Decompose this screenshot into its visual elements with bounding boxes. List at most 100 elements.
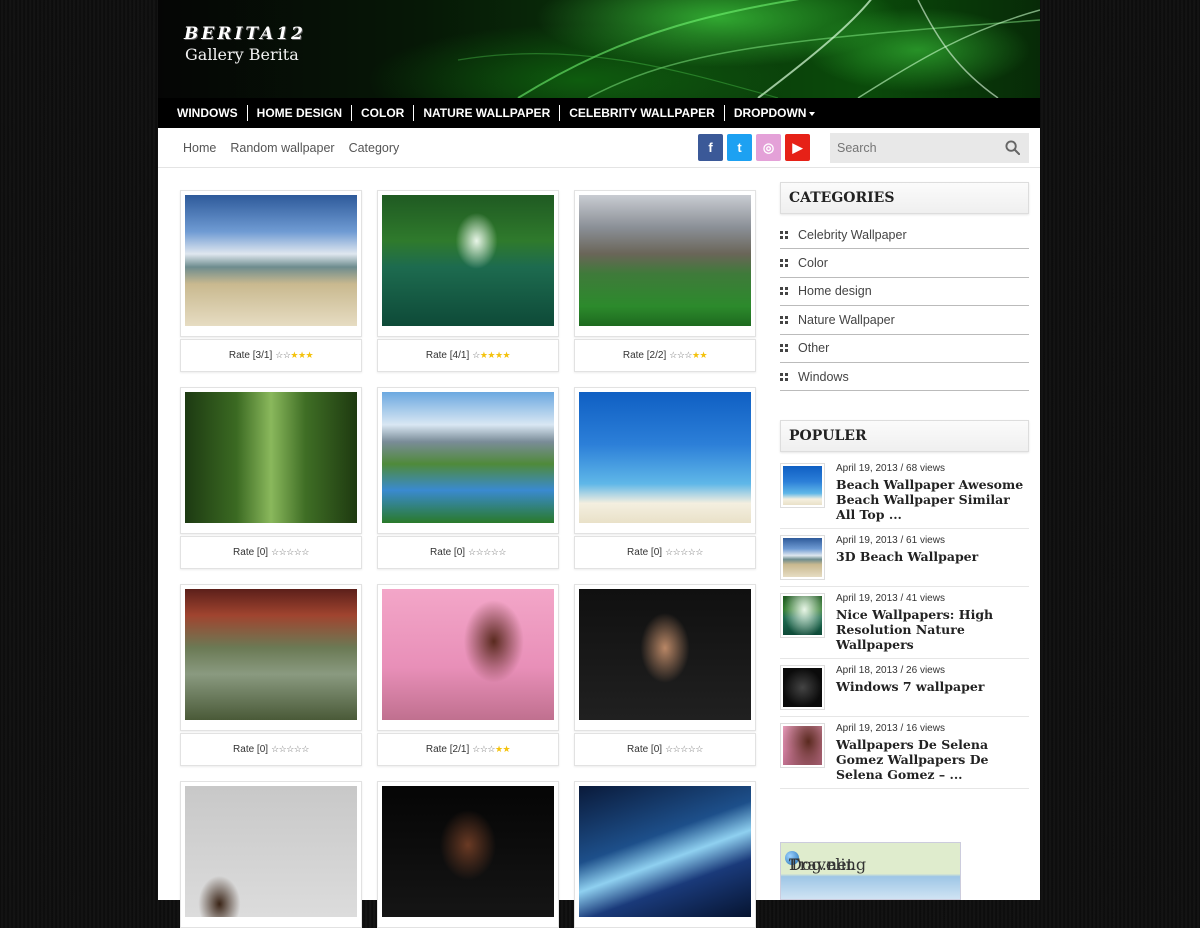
facebook-icon[interactable]: f bbox=[698, 134, 723, 161]
rating-bar: Rate [0] ☆☆☆☆☆ bbox=[180, 733, 362, 766]
popular-title-link[interactable]: 3D Beach Wallpaper bbox=[836, 549, 978, 564]
category-item[interactable]: Celebrity Wallpaper bbox=[780, 221, 1029, 250]
star-icon[interactable]: ★ bbox=[487, 350, 495, 360]
search-input[interactable] bbox=[830, 133, 990, 163]
wallpaper-card: Rate [4/1] ☆★★★★ bbox=[377, 190, 559, 372]
wallpaper-thumbnail[interactable] bbox=[382, 786, 554, 917]
nav-item-nature-wallpaper[interactable]: NATURE WALLPAPER bbox=[414, 105, 561, 121]
main-navigation: WINDOWS HOME DESIGN COLOR NATURE WALLPAP… bbox=[158, 98, 1040, 128]
twitter-icon[interactable]: t bbox=[727, 134, 752, 161]
star-icon[interactable]: ☆ bbox=[680, 744, 688, 754]
advertisement-banner[interactable]: Traveling Dog.net bbox=[780, 842, 961, 900]
star-icon[interactable]: ☆ bbox=[483, 547, 491, 557]
popular-thumbnail[interactable] bbox=[780, 593, 825, 639]
popular-thumbnail[interactable] bbox=[780, 723, 825, 769]
wallpaper-thumbnail[interactable] bbox=[382, 589, 554, 720]
wallpaper-card: Rate [2/1] ☆☆☆★★ bbox=[377, 584, 559, 766]
wallpaper-thumbnail[interactable] bbox=[185, 786, 357, 917]
category-item[interactable]: Nature Wallpaper bbox=[780, 306, 1029, 335]
nav-item-celebrity-wallpaper[interactable]: CELEBRITY WALLPAPER bbox=[560, 105, 725, 121]
rating-bar: Rate [2/2] ☆☆☆★★ bbox=[574, 339, 756, 372]
star-icon[interactable]: ☆ bbox=[286, 744, 294, 754]
star-icon[interactable]: ★ bbox=[503, 350, 511, 360]
wallpaper-card bbox=[574, 781, 756, 928]
grid-bullet-icon bbox=[780, 287, 788, 296]
star-icon[interactable]: ☆ bbox=[286, 547, 294, 557]
star-icon[interactable]: ★ bbox=[495, 744, 503, 754]
caret-down-icon bbox=[809, 111, 816, 116]
subnav-category-link[interactable]: Category bbox=[349, 141, 400, 155]
star-icon[interactable]: ☆ bbox=[695, 744, 703, 754]
wallpaper-thumbnail-frame bbox=[377, 584, 559, 731]
star-icon[interactable]: ★ bbox=[700, 350, 708, 360]
wallpaper-thumbnail[interactable] bbox=[382, 195, 554, 326]
popular-title-link[interactable]: Wallpapers De Selena Gomez Wallpapers De… bbox=[836, 737, 1029, 782]
popular-post: April 19, 2013 / 16 views Wallpapers De S… bbox=[780, 717, 1029, 790]
star-icon[interactable]: ☆ bbox=[684, 350, 692, 360]
wallpaper-thumbnail[interactable] bbox=[579, 195, 751, 326]
category-item[interactable]: Windows bbox=[780, 363, 1029, 392]
star-icon[interactable]: ☆ bbox=[665, 744, 673, 754]
wallpaper-card bbox=[377, 781, 559, 928]
subnav-random-wallpaper-link[interactable]: Random wallpaper bbox=[230, 141, 334, 155]
star-icon[interactable]: ☆ bbox=[472, 744, 480, 754]
wallpaper-thumbnail-frame bbox=[180, 584, 362, 731]
star-icon[interactable]: ★ bbox=[290, 350, 298, 360]
nav-item-dropdown[interactable]: DROPDOWN bbox=[725, 105, 825, 121]
wallpaper-card: Rate [0] ☆☆☆☆☆ bbox=[377, 387, 559, 569]
search-icon[interactable] bbox=[1005, 140, 1020, 155]
wallpaper-thumbnail[interactable] bbox=[185, 392, 357, 523]
star-icon[interactable]: ☆ bbox=[498, 547, 506, 557]
grid-bullet-icon bbox=[780, 230, 788, 239]
star-icon[interactable]: ☆ bbox=[487, 744, 495, 754]
wallpaper-thumbnail[interactable] bbox=[579, 786, 751, 917]
star-icon[interactable]: ★ bbox=[692, 350, 700, 360]
wallpaper-thumbnail[interactable] bbox=[382, 392, 554, 523]
star-icon[interactable]: ★ bbox=[298, 350, 306, 360]
ad-text-domain: Dog.net bbox=[789, 855, 853, 874]
site-logo[interactable]: BERITA12 bbox=[184, 24, 306, 44]
wallpaper-card: Rate [0] ☆☆☆☆☆ bbox=[574, 387, 756, 569]
popular-thumbnail[interactable] bbox=[780, 463, 825, 509]
site-tagline[interactable]: Gallery Berita bbox=[185, 45, 299, 64]
star-icon[interactable]: ☆ bbox=[301, 744, 309, 754]
star-icon[interactable]: ☆ bbox=[271, 547, 279, 557]
popular-title-link[interactable]: Windows 7 wallpaper bbox=[836, 679, 984, 694]
popular-thumbnail[interactable] bbox=[780, 535, 825, 581]
instagram-icon[interactable]: ◎ bbox=[756, 134, 781, 161]
wallpaper-card bbox=[180, 781, 362, 928]
star-icon[interactable]: ★ bbox=[503, 744, 511, 754]
star-icon[interactable]: ☆ bbox=[271, 744, 279, 754]
rating-label: Rate [2/2] bbox=[622, 350, 667, 361]
wallpaper-thumbnail-frame bbox=[180, 387, 362, 534]
nav-item-color[interactable]: COLOR bbox=[352, 105, 415, 121]
popular-title-link[interactable]: Beach Wallpaper Awesome Beach Wallpaper … bbox=[836, 477, 1029, 522]
category-item[interactable]: Home design bbox=[780, 278, 1029, 307]
star-icon[interactable]: ☆ bbox=[275, 350, 283, 360]
star-icon[interactable]: ☆ bbox=[680, 547, 688, 557]
star-icon[interactable]: ☆ bbox=[468, 547, 476, 557]
youtube-icon[interactable]: ▶ bbox=[785, 134, 810, 161]
star-icon[interactable]: ☆ bbox=[472, 350, 480, 360]
star-icon[interactable]: ☆ bbox=[695, 547, 703, 557]
wallpaper-thumbnail[interactable] bbox=[579, 589, 751, 720]
category-item[interactable]: Other bbox=[780, 335, 1029, 363]
nav-item-home-design[interactable]: HOME DESIGN bbox=[248, 105, 352, 121]
popular-post: April 19, 2013 / 61 views 3D Beach Wallpa… bbox=[780, 529, 1029, 588]
category-list: Celebrity Wallpaper Color Home design Natur… bbox=[780, 221, 1029, 392]
wallpaper-card: Rate [0] ☆☆☆☆☆ bbox=[180, 584, 362, 766]
category-label: Color bbox=[798, 256, 828, 271]
popular-thumbnail[interactable] bbox=[780, 665, 825, 711]
star-icon[interactable]: ★ bbox=[306, 350, 314, 360]
star-icon[interactable]: ★ bbox=[495, 350, 503, 360]
star-icon[interactable]: ☆ bbox=[669, 350, 677, 360]
category-item[interactable]: Color bbox=[780, 249, 1029, 278]
popular-title-link[interactable]: Nice Wallpapers: High Resolution Nature … bbox=[836, 607, 1029, 652]
subnav-home-link[interactable]: Home bbox=[183, 141, 216, 155]
nav-item-windows[interactable]: WINDOWS bbox=[168, 105, 248, 121]
wallpaper-thumbnail[interactable] bbox=[185, 195, 357, 326]
wallpaper-thumbnail[interactable] bbox=[185, 589, 357, 720]
wallpaper-thumbnail[interactable] bbox=[579, 392, 751, 523]
star-icon[interactable]: ☆ bbox=[665, 547, 673, 557]
star-icon[interactable]: ☆ bbox=[301, 547, 309, 557]
